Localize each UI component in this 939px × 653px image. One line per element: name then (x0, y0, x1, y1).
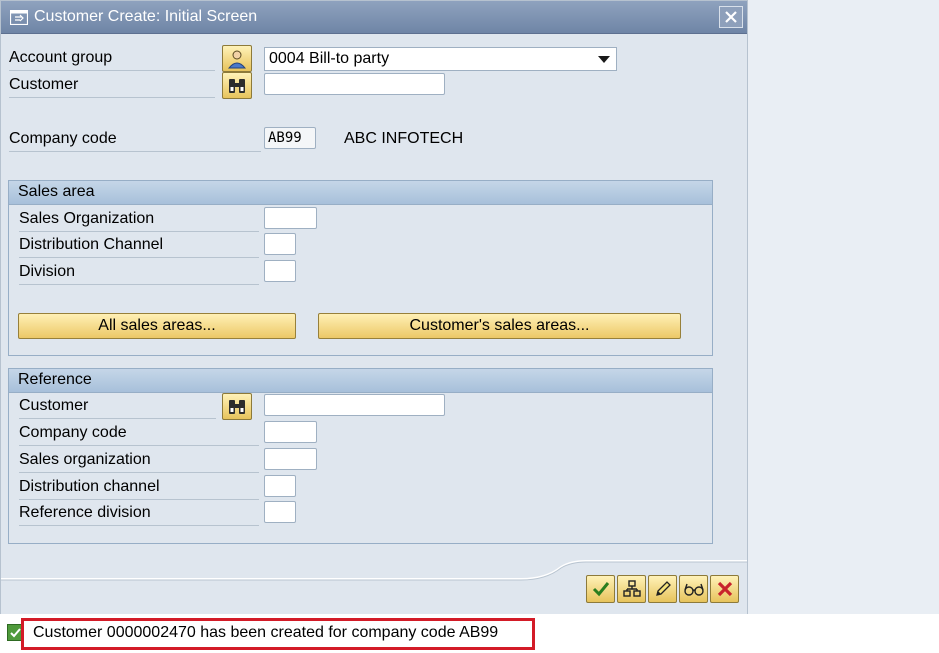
close-button[interactable] (719, 6, 743, 28)
sales-organization-input[interactable] (264, 207, 317, 229)
ref-division-label: Reference division (19, 502, 259, 526)
ref-company-code-input[interactable] (264, 421, 317, 443)
sales-organization-label: Sales Organization (19, 208, 259, 232)
customer-search-button[interactable] (222, 72, 252, 99)
initial-screen-content: Account group 0004 Bill-to party Custome… (1, 35, 747, 615)
ref-company-code-label: Company code (19, 422, 259, 446)
glasses-icon (683, 583, 704, 596)
company-name-text: ABC INFOTECH (344, 130, 464, 147)
company-code-field[interactable]: AB99 (264, 127, 316, 149)
close-icon (725, 11, 737, 23)
ref-distribution-channel-label: Distribution channel (19, 476, 259, 500)
distribution-channel-input[interactable] (264, 233, 296, 255)
customers-sales-areas-button[interactable]: Customer's sales areas... (318, 313, 681, 339)
distribution-channel-label: Distribution Channel (19, 234, 259, 258)
sales-area-title: Sales area (9, 181, 712, 205)
customer-create-dialog: Customer Create: Initial Screen Account … (0, 0, 748, 615)
account-group-select[interactable]: 0004 Bill-to party (264, 47, 617, 71)
reference-title: Reference (9, 369, 712, 393)
status-message[interactable]: Customer 0000002470 has been created for… (33, 623, 498, 643)
cancel-icon (717, 581, 732, 597)
ref-distribution-channel-input[interactable] (264, 475, 296, 497)
background-area (748, 0, 939, 614)
window-menu-icon[interactable] (10, 10, 28, 25)
binoculars-icon (229, 78, 245, 93)
customer-label: Customer (9, 74, 215, 98)
window-title: Customer Create: Initial Screen (34, 8, 258, 25)
hierarchy-icon (622, 580, 641, 597)
person-icon (227, 50, 247, 68)
title-bar: Customer Create: Initial Screen (1, 1, 747, 34)
customer-input[interactable] (264, 73, 445, 95)
continue-button[interactable] (586, 575, 615, 603)
account-group-help-button[interactable] (222, 45, 252, 72)
display-button[interactable] (679, 575, 708, 603)
binoculars-icon (229, 399, 245, 414)
company-code-label: Company code (9, 128, 261, 152)
ref-customer-input[interactable] (264, 394, 445, 416)
division-input[interactable] (264, 260, 296, 282)
chevron-down-icon[interactable] (598, 56, 610, 63)
ref-sales-organization-input[interactable] (264, 448, 317, 470)
all-sales-areas-button[interactable]: All sales areas... (18, 313, 296, 339)
ref-sales-organization-label: Sales organization (19, 449, 259, 473)
ref-division-input[interactable] (264, 501, 296, 523)
ref-customer-search-button[interactable] (222, 393, 252, 420)
account-group-value: 0004 Bill-to party (269, 50, 390, 67)
hierarchy-button[interactable] (617, 575, 646, 603)
division-label: Division (19, 261, 259, 285)
edit-button[interactable] (648, 575, 677, 603)
ref-customer-label: Customer (19, 395, 216, 419)
cancel-button[interactable] (710, 575, 739, 603)
checkmark-icon (592, 582, 609, 597)
pencil-icon (655, 581, 671, 596)
account-group-label: Account group (9, 47, 215, 71)
